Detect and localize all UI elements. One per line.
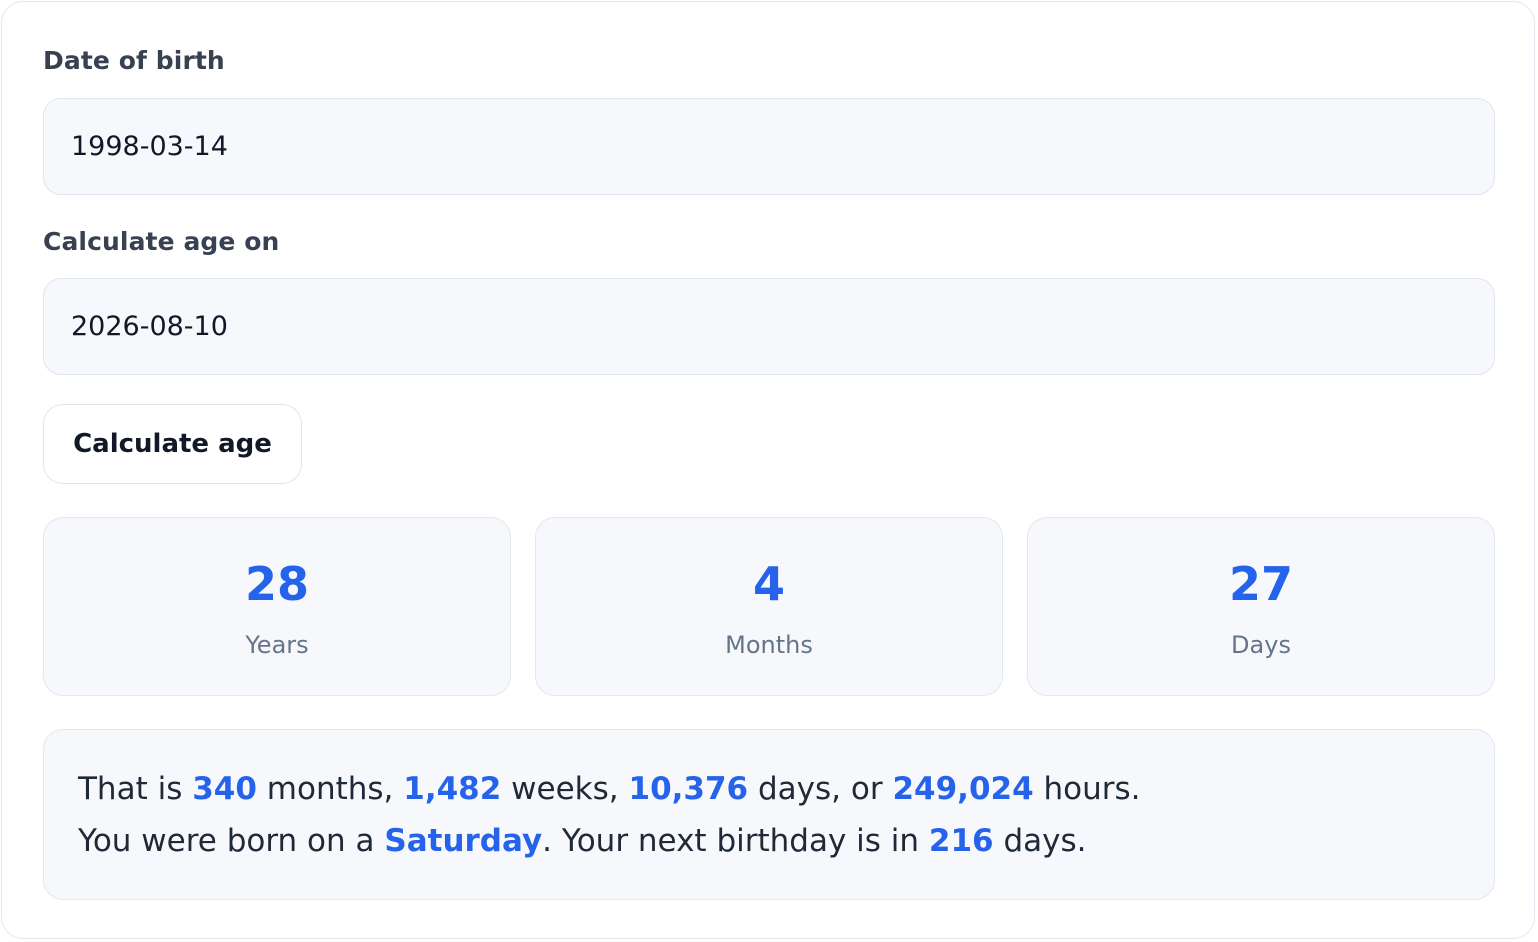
months-value: 4	[752, 557, 785, 611]
dob-input[interactable]	[43, 98, 1495, 195]
months-stat-card: 4 Months	[535, 517, 1003, 696]
totals-text-5: hours.	[1033, 771, 1141, 807]
calculate-age-button[interactable]: Calculate age	[43, 404, 302, 484]
totals-text-1: That is	[78, 771, 193, 807]
total-months-value: 340	[192, 771, 257, 807]
days-value: 27	[1228, 557, 1293, 611]
age-calculator-card: Date of birth Calculate age on Calculate…	[1, 1, 1535, 939]
target-date-label: Calculate age on	[43, 227, 280, 256]
total-hours-value: 249,024	[892, 771, 1034, 807]
years-value: 28	[244, 557, 309, 611]
age-summary-panel: That is 340 months, 1,482 weeks, 10,376 …	[43, 729, 1495, 900]
birthday-sentence: You were born on a Saturday. Your next b…	[78, 815, 1494, 867]
days-to-birthday-value: 216	[928, 823, 994, 859]
days-label: Days	[1231, 631, 1291, 659]
years-label: Years	[245, 631, 309, 659]
totals-text-2: months,	[256, 771, 404, 807]
target-date-input[interactable]	[43, 278, 1495, 375]
totals-text-3: weeks,	[501, 771, 629, 807]
total-days-value: 10,376	[628, 771, 749, 807]
days-stat-card: 27 Days	[1027, 517, 1495, 696]
months-label: Months	[725, 631, 813, 659]
total-weeks-value: 1,482	[403, 771, 502, 807]
birthday-text-3: days.	[993, 823, 1087, 859]
birthday-text-2: . Your next birthday is in	[542, 823, 929, 859]
birthday-text-1: You were born on a	[78, 823, 385, 859]
totals-text-4: days, or	[748, 771, 893, 807]
totals-sentence: That is 340 months, 1,482 weeks, 10,376 …	[78, 763, 1494, 815]
birth-weekday-value: Saturday	[384, 823, 543, 859]
years-stat-card: 28 Years	[43, 517, 511, 696]
dob-label: Date of birth	[43, 46, 225, 75]
